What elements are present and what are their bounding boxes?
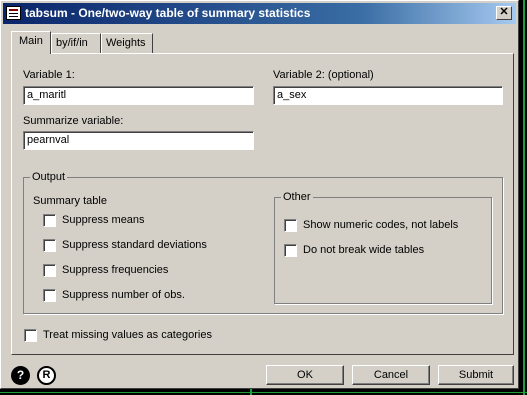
stata-app-icon [6,6,21,20]
close-icon: ✕ [499,6,509,18]
tab-label: Main [19,35,43,47]
submit-button[interactable]: Submit [438,365,514,385]
close-button[interactable]: ✕ [496,6,512,20]
ok-button[interactable]: OK [266,365,344,385]
window-title: tabsum - One/two-way table of summary st… [25,6,311,20]
tab-weights[interactable]: Weights [101,33,153,53]
background-line [250,389,252,395]
help-icon[interactable]: ? [11,366,30,385]
cancel-button[interactable]: Cancel [352,365,430,385]
tab-by-if-in[interactable]: by/if/in [51,33,101,53]
background-line [0,392,527,393]
dialog-window: tabsum - One/two-way table of summary st… [0,0,519,389]
title-bar[interactable]: tabsum - One/two-way table of summary st… [3,3,516,24]
tab-panel-main [11,53,514,355]
reset-icon[interactable]: R [37,366,56,385]
background-line [523,0,525,395]
tab-label: Weights [106,37,146,49]
tab-label: by/if/in [56,37,88,49]
tab-main[interactable]: Main [11,31,51,54]
